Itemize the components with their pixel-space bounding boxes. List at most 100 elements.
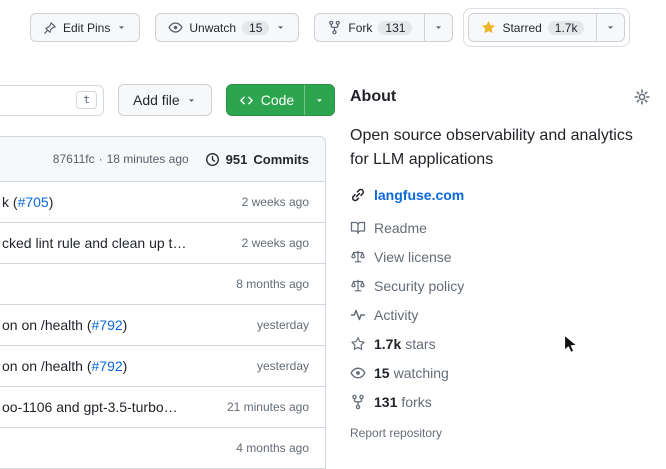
repo-action-toolbar: Edit Pins Unwatch 15 Fork 131 [30, 13, 625, 42]
sidebar-link-watching[interactable]: 15watching [350, 365, 650, 381]
eye-icon [350, 365, 366, 381]
commit-message-text: cked lint rule and clean up t… [2, 235, 186, 251]
star-icon [350, 336, 366, 352]
sidebar-link-security-policy[interactable]: Security policy [350, 278, 650, 294]
go-to-file-input[interactable]: t [0, 85, 104, 116]
latest-commit-meta: 87611fc · 18 minutes ago [53, 152, 189, 166]
link-label: Activity [374, 307, 418, 323]
website-link[interactable]: langfuse.com [350, 187, 650, 203]
chevron-down-icon [275, 22, 286, 33]
fork-button[interactable]: Fork 131 [314, 13, 425, 42]
issue-link[interactable]: #705 [18, 194, 49, 210]
commit-date: 8 months ago [228, 277, 309, 291]
add-file-label: Add file [133, 93, 180, 107]
code-dropdown-section[interactable] [304, 85, 334, 115]
chevron-down-icon [116, 22, 127, 33]
add-file-button[interactable]: Add file [118, 84, 212, 116]
fork-count-badge: 131 [378, 21, 412, 35]
commit-date: yesterday [249, 318, 309, 332]
edit-pins-button[interactable]: Edit Pins [30, 13, 140, 42]
edit-pins-label: Edit Pins [63, 22, 110, 34]
commit-message-link[interactable]: on on /health (#792) [2, 358, 127, 374]
gear-icon[interactable] [634, 89, 650, 105]
issue-link[interactable]: #792 [92, 317, 123, 333]
issue-link[interactable]: #792 [92, 358, 123, 374]
chevron-down-icon [605, 22, 616, 33]
chevron-down-icon [314, 95, 325, 106]
commit-message-link[interactable]: k (#705) [2, 194, 53, 210]
sidebar-link-forks[interactable]: 131forks [350, 394, 650, 410]
commits-count: 951 [226, 152, 248, 167]
commit-date: 4 months ago [228, 441, 309, 455]
sidebar-link-license[interactable]: View license [350, 249, 650, 265]
star-dropdown-button[interactable] [597, 13, 625, 42]
meta-separator: · [99, 152, 103, 166]
repo-description: Open source observability and analytics … [350, 124, 650, 172]
link-label: forks [401, 394, 431, 410]
link-label: Security policy [374, 278, 464, 294]
commits-label: Commits [253, 152, 309, 167]
link-label: View license [374, 249, 452, 265]
star-button-group: Starred 1.7k [468, 13, 625, 42]
commit-message-link[interactable]: oo-1106 and gpt-3.5-turbo… [2, 399, 178, 415]
commit-message-text: on on /health ( [2, 317, 92, 333]
eye-icon [168, 20, 183, 35]
star-button-focus-ring: Starred 1.7k [463, 8, 630, 47]
commit-message-text: ) [123, 358, 128, 374]
history-icon [205, 152, 220, 167]
commit-message-text: on on /health ( [2, 358, 92, 374]
sidebar-link-stars[interactable]: 1.7kstars [350, 336, 650, 352]
commit-message-link[interactable]: cked lint rule and clean up t… [2, 235, 186, 251]
chevron-down-icon [186, 95, 197, 106]
unwatch-label: Unwatch [189, 22, 236, 34]
file-table-row: oo-1106 and gpt-3.5-turbo… 21 minutes ag… [0, 386, 325, 427]
file-table-row: k (#705) 2 weeks ago [0, 181, 325, 222]
latest-commit-bar: 87611fc · 18 minutes ago 951 Commits [0, 137, 325, 181]
file-table-row: on on /health (#792) yesterday [0, 345, 325, 386]
chevron-down-icon [433, 22, 444, 33]
file-table-row: cked lint rule and clean up t… 2 weeks a… [0, 222, 325, 263]
code-button[interactable]: Code [226, 84, 335, 116]
link-label: stars [405, 336, 435, 352]
commit-date: 2 weeks ago [234, 236, 309, 250]
shortcut-key-badge: t [76, 91, 97, 109]
fork-button-group: Fork 131 [314, 13, 453, 42]
commit-time: 18 minutes ago [107, 152, 189, 166]
unwatch-button[interactable]: Unwatch 15 [155, 13, 299, 42]
book-icon [350, 220, 366, 236]
repo-forked-icon [350, 394, 366, 410]
sidebar-link-activity[interactable]: Activity [350, 307, 650, 323]
commit-date: 2 weeks ago [234, 195, 309, 209]
website-url: langfuse.com [374, 187, 464, 203]
fork-dropdown-button[interactable] [425, 13, 453, 42]
link-icon [350, 187, 366, 203]
starred-label: Starred [502, 22, 541, 34]
star-icon [481, 20, 496, 35]
sidebar-link-readme[interactable]: Readme [350, 220, 650, 236]
code-label: Code [261, 92, 294, 108]
repo-forked-icon [327, 20, 342, 35]
commit-date: yesterday [249, 359, 309, 373]
pin-icon [43, 21, 57, 35]
file-actions-row: t Add file Code [0, 84, 335, 116]
code-icon [239, 93, 254, 108]
fork-label: Fork [348, 22, 372, 34]
file-table-row: 4 months ago [0, 427, 325, 468]
commit-message-text: oo-1106 and gpt-3.5-turbo… [2, 399, 178, 415]
commit-message-link[interactable]: on on /health (#792) [2, 317, 127, 333]
commit-message-text: ) [49, 194, 54, 210]
commit-history-link[interactable]: 951 Commits [205, 152, 309, 167]
link-label: watching [394, 365, 449, 381]
commit-date: 21 minutes ago [219, 400, 309, 414]
report-repository-link[interactable]: Report repository [350, 426, 650, 440]
file-table-row: on on /health (#792) yesterday [0, 304, 325, 345]
star-count-badge: 1.7k [548, 21, 585, 35]
about-title: About [350, 88, 396, 106]
about-links-list: Readme View license Security policy Acti… [350, 220, 650, 410]
commit-message-text: k ( [2, 194, 18, 210]
starred-button[interactable]: Starred 1.7k [468, 13, 597, 42]
commit-hash-link[interactable]: 87611fc [53, 152, 95, 166]
file-table: 87611fc · 18 minutes ago 951 Commits k (… [0, 136, 326, 469]
law-icon [350, 278, 366, 294]
law-icon [350, 249, 366, 265]
